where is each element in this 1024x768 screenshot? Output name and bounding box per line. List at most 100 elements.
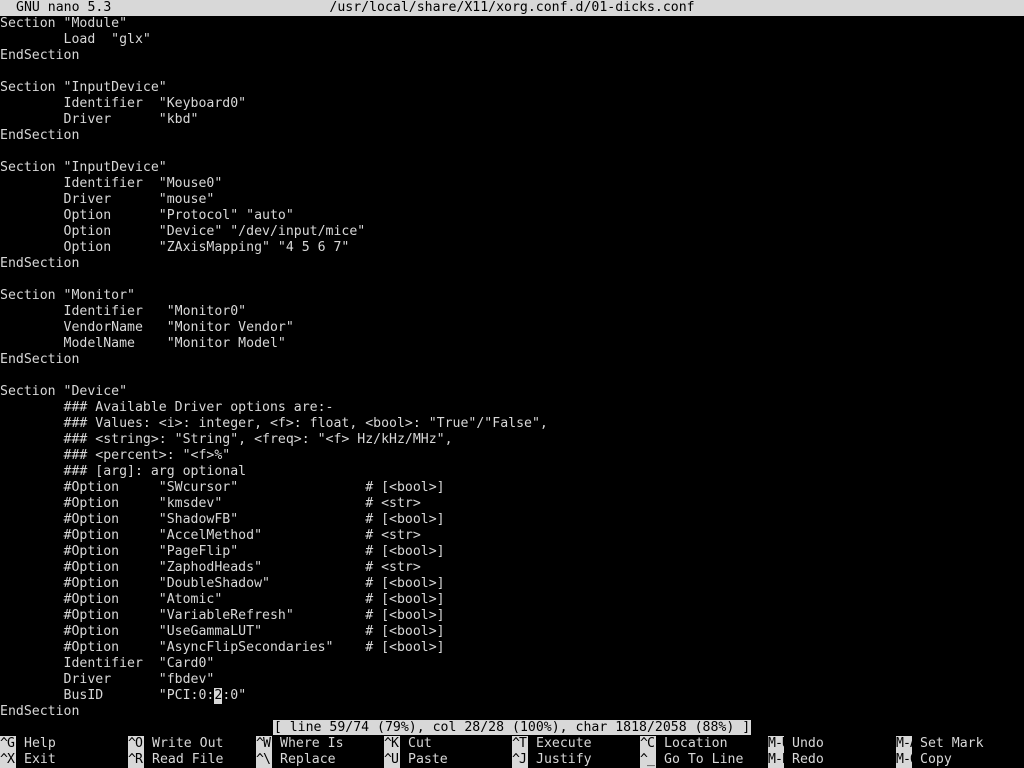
shortcut-label: Undo [792,736,824,751]
editor-line[interactable]: #Option "AsyncFlipSecondaries" # [<bool>… [0,640,1024,656]
shortcut-label: Exit [24,752,56,767]
key-hint: M-E [768,752,790,768]
shortcut-where-is[interactable]: ^W Where Is [256,736,344,752]
key-hint: ^G [0,736,16,752]
key-hint: M-U [768,736,790,752]
key-hint: M-6 [896,752,918,768]
editor-line[interactable]: ### <percent>: "<f>%" [0,448,1024,464]
editor-line[interactable]: ### Available Driver options are:- [0,400,1024,416]
file-path: /usr/local/share/X11/xorg.conf.d/01-dick… [329,0,695,15]
editor-line[interactable]: EndSection [0,48,1024,64]
shortcut-copy[interactable]: M-6 Copy [896,752,952,768]
title-bar: GNU nano 5.3 /usr/local/share/X11/xorg.c… [0,0,1024,16]
editor-line[interactable]: Identifier "Mouse0" [0,176,1024,192]
editor-line[interactable]: Identifier "Keyboard0" [0,96,1024,112]
editor-line[interactable]: Driver "kbd" [0,112,1024,128]
shortcut-label: Go To Line [664,752,744,767]
shortcut-cut[interactable]: ^K Cut [384,736,432,752]
editor-line[interactable]: #Option "VariableRefresh" # [<bool>] [0,608,1024,624]
cursor-position-status: [ line 59/74 (79%), col 28/28 (100%), ch… [272,720,752,735]
editor-line[interactable]: ModelName "Monitor Model" [0,336,1024,352]
key-hint: ^R [128,752,144,768]
editor-line[interactable]: #Option "DoubleShadow" # [<bool>] [0,576,1024,592]
shortcut-label: Execute [536,736,592,751]
shortcut-label: Write Out [152,736,224,751]
editor-line[interactable]: #Option "SWcursor" # [<bool>] [0,480,1024,496]
editor-line[interactable]: Option "Device" "/dev/input/mice" [0,224,1024,240]
shortcut-write-out[interactable]: ^O Write Out [128,736,223,752]
key-hint: ^K [384,736,400,752]
editor-line[interactable]: ### [arg]: arg optional [0,464,1024,480]
shortcut-label: Paste [408,752,448,767]
editor-line[interactable]: EndSection [0,352,1024,368]
key-hint: ^W [256,736,272,752]
editor-line[interactable]: Identifier "Monitor0" [0,304,1024,320]
editor-line[interactable]: VendorName "Monitor Vendor" [0,320,1024,336]
shortcut-label: Justify [536,752,592,767]
editor-line[interactable]: EndSection [0,256,1024,272]
editor-line[interactable] [0,64,1024,80]
editor-line[interactable]: #Option "kmsdev" # <str> [0,496,1024,512]
editor-line[interactable]: Section "InputDevice" [0,80,1024,96]
editor-line[interactable]: #Option "Atomic" # [<bool>] [0,592,1024,608]
editor-line[interactable]: Load "glx" [0,32,1024,48]
shortcut-exit[interactable]: ^X Exit [0,752,56,768]
editor-line[interactable]: Option "ZAxisMapping" "4 5 6 7" [0,240,1024,256]
editor-line[interactable]: #Option "ZaphodHeads" # <str> [0,560,1024,576]
editor-line[interactable]: #Option "UseGammaLUT" # [<bool>] [0,624,1024,640]
shortcut-label: Help [24,736,56,751]
shortcut-replace[interactable]: ^\ Replace [256,752,336,768]
editor-line[interactable]: Driver "fbdev" [0,672,1024,688]
editor-line[interactable]: Section "Device" [0,384,1024,400]
shortcut-bar: ^G Help ^X Exit ^O Write Out ^R Read File ^W… [0,736,1024,768]
key-hint: ^C [640,736,656,752]
shortcut-label: Copy [920,752,952,767]
key-hint: ^\ [256,752,272,768]
editor-line[interactable]: #Option "AccelMethod" # <str> [0,528,1024,544]
editor-line[interactable]: #Option "PageFlip" # [<bool>] [0,544,1024,560]
editor-line-current[interactable]: BusID "PCI:0:2:0" [0,688,1024,704]
shortcut-help[interactable]: ^G Help [0,736,56,752]
editor-line[interactable]: Section "Module" [0,16,1024,32]
shortcut-label: Set Mark [920,736,984,751]
shortcut-redo[interactable]: M-E Redo [768,752,824,768]
shortcut-execute[interactable]: ^T Execute [512,736,592,752]
shortcut-label: Where Is [280,736,344,751]
editor-area[interactable]: Section "Module" Load "glx" EndSection S… [0,16,1024,720]
editor-line[interactable]: ### Values: <i>: integer, <f>: float, <b… [0,416,1024,432]
shortcut-label: Replace [280,752,336,767]
editor-line[interactable]: Section "InputDevice" [0,160,1024,176]
key-hint: ^U [384,752,400,768]
editor-line[interactable] [0,272,1024,288]
editor-line[interactable]: Driver "mouse" [0,192,1024,208]
shortcut-label: Redo [792,752,824,767]
shortcut-undo[interactable]: M-U Undo [768,736,824,752]
shortcut-label: Cut [408,736,432,751]
shortcut-label: Read File [152,752,224,767]
editor-line[interactable] [0,368,1024,384]
key-hint: ^T [512,736,528,752]
shortcut-justify[interactable]: ^J Justify [512,752,592,768]
shortcut-go-to-line[interactable]: ^_ Go To Line [640,752,743,768]
current-line-text: BusID "PCI:0: [0,688,215,703]
key-hint: ^X [0,752,16,768]
shortcut-paste[interactable]: ^U Paste [384,752,448,768]
shortcut-set-mark[interactable]: M-A Set Mark [896,736,984,752]
current-line-tail: :0" [222,688,247,703]
key-hint: ^O [128,736,144,752]
shortcut-read-file[interactable]: ^R Read File [128,752,223,768]
editor-line[interactable]: ### <string>: "String", <freq>: "<f> Hz/… [0,432,1024,448]
editor-line[interactable]: Section "Monitor" [0,288,1024,304]
status-bar: [ line 59/74 (79%), col 28/28 (100%), ch… [0,720,1024,736]
editor-line[interactable]: Option "Protocol" "auto" [0,208,1024,224]
key-hint: ^_ [640,752,656,768]
shortcut-label: Location [664,736,728,751]
editor-line[interactable]: EndSection [0,128,1024,144]
editor-line[interactable]: #Option "ShadowFB" # [<bool>] [0,512,1024,528]
key-hint: ^J [512,752,528,768]
editor-line[interactable]: Identifier "Card0" [0,656,1024,672]
editor-line[interactable] [0,144,1024,160]
key-hint: M-A [896,736,918,752]
editor-line[interactable]: EndSection [0,704,1024,720]
shortcut-location[interactable]: ^C Location [640,736,728,752]
